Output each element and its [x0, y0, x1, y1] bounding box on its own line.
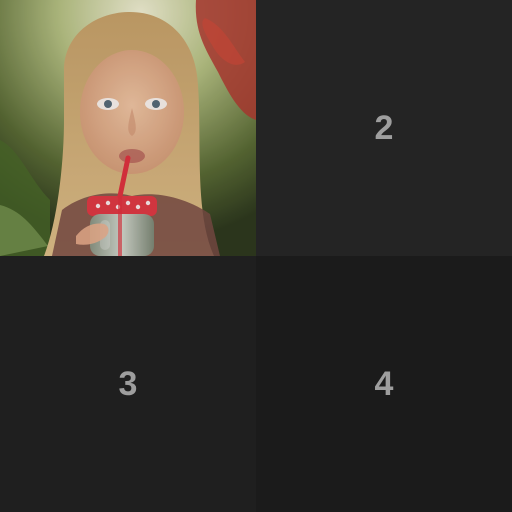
tile-2[interactable]: 2	[256, 0, 512, 256]
tile-number-3: 3	[118, 364, 138, 403]
tile-number-2: 2	[374, 108, 394, 147]
tile-number-4: 4	[374, 364, 394, 403]
tile-4[interactable]: 4	[256, 256, 512, 512]
image-grid: 2 3 4	[0, 0, 512, 512]
tile-1-photo[interactable]	[0, 0, 256, 256]
photo-girl-drinking-icon	[0, 0, 256, 256]
tile-3[interactable]: 3	[0, 256, 256, 512]
